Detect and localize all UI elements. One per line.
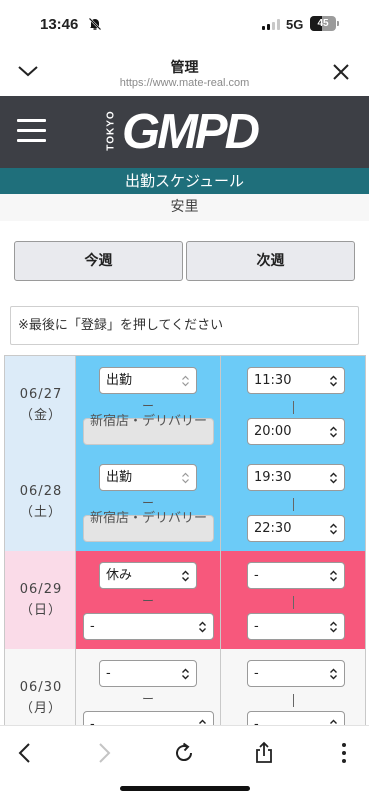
select-arrows-icon: [330, 668, 337, 680]
end-time-select[interactable]: 20:00: [247, 418, 345, 445]
date-label: 06/30: [19, 680, 63, 695]
hamburger-icon[interactable]: [17, 119, 46, 143]
forward-arrow-icon[interactable]: [92, 741, 116, 765]
select-arrows-icon: [182, 668, 189, 680]
status-cell: 出勤 ー 新宿店・デリバリー: [76, 356, 221, 454]
status-cell: - ー -: [76, 649, 221, 725]
date-label: 06/27: [19, 387, 63, 402]
end-time-select[interactable]: -: [247, 711, 345, 725]
store-select[interactable]: -: [83, 711, 214, 725]
share-icon[interactable]: [252, 741, 276, 765]
schedule-row: 06/29 （日） 休み ー - - -: [4, 551, 366, 649]
schedule-row: 06/30 （月） - ー - - -: [4, 649, 366, 725]
signal-icon: [262, 19, 280, 30]
reload-icon[interactable]: [172, 741, 196, 765]
time-separator: [293, 694, 294, 707]
status-cell: 出勤 ー 新宿店・デリバリー: [76, 453, 221, 551]
status-separator: ー: [141, 594, 154, 608]
weekday-label: （月）: [19, 701, 62, 716]
notice-message: ※最後に「登録」を押してください: [10, 306, 359, 345]
home-indicator: [120, 786, 250, 791]
start-time-select[interactable]: 11:30: [247, 367, 345, 394]
date-label: 06/28: [19, 484, 63, 499]
status-select[interactable]: 出勤: [99, 464, 197, 491]
start-time-select[interactable]: -: [247, 660, 345, 687]
time-cell: - -: [221, 551, 366, 649]
select-arrows-icon: [330, 621, 337, 633]
more-icon[interactable]: [332, 741, 356, 765]
time-separator: [293, 498, 294, 511]
network-type: 5G: [286, 17, 304, 32]
this-week-button[interactable]: 今週: [14, 241, 183, 281]
weekday-label: （金）: [19, 408, 62, 423]
select-arrows-icon: [330, 523, 337, 535]
select-arrows-icon: [330, 472, 337, 484]
select-arrows-icon: [182, 472, 189, 484]
staff-name: 安里: [0, 194, 369, 221]
end-time-select[interactable]: -: [247, 613, 345, 640]
status-separator: ー: [141, 399, 154, 413]
site-header: TOKYO GMPD: [0, 96, 369, 168]
bell-slash-icon: [88, 17, 102, 31]
start-time-select[interactable]: -: [247, 562, 345, 589]
time-cell: 11:30 20:00: [221, 356, 366, 454]
weekday-label: （土）: [19, 505, 62, 520]
schedule-row: 06/28 （土） 出勤 ー 新宿店・デリバリー 19:30 22:30: [4, 453, 366, 551]
status-select[interactable]: -: [99, 660, 197, 687]
battery-level: 45: [317, 18, 329, 29]
select-arrows-icon: [330, 570, 337, 582]
store-select[interactable]: 新宿店・デリバリー: [83, 414, 214, 445]
time-cell: 19:30 22:30: [221, 453, 366, 551]
schedule-table: 06/27 （金） 出勤 ー 新宿店・デリバリー 11:30 20:00 06/2…: [4, 355, 366, 725]
status-separator: ー: [141, 692, 154, 706]
back-arrow-icon[interactable]: [13, 741, 37, 765]
status-select[interactable]: 休み: [99, 562, 197, 589]
time-cell: - -: [221, 649, 366, 725]
select-arrows-icon: [330, 375, 337, 387]
logo-text: GMPD: [122, 105, 260, 159]
status-bar: 13:46 5G 45: [0, 0, 369, 50]
select-arrows-icon: [182, 375, 189, 387]
browser-page-title: 管理: [170, 60, 199, 76]
browser-url[interactable]: https://www.mate-real.com: [0, 77, 369, 89]
site-logo[interactable]: TOKYO GMPD: [104, 104, 264, 160]
section-title: 出勤スケジュール: [0, 168, 369, 194]
status-select[interactable]: 出勤: [99, 367, 197, 394]
date-cell: 06/27 （金）: [4, 356, 76, 454]
logo-small-text: TOKYO: [105, 110, 117, 151]
store-select[interactable]: -: [83, 613, 214, 640]
time-separator: [293, 401, 294, 414]
battery-icon: 45: [310, 16, 336, 31]
status-cell: 休み ー -: [76, 551, 221, 649]
date-cell: 06/28 （土）: [4, 453, 76, 551]
select-arrows-icon: [199, 621, 206, 633]
store-select[interactable]: 新宿店・デリバリー: [83, 511, 214, 542]
date-label: 06/29: [19, 582, 63, 597]
end-time-select[interactable]: 22:30: [247, 515, 345, 542]
weekday-label: （日）: [19, 603, 62, 618]
status-time: 13:46: [40, 16, 79, 33]
date-cell: 06/30 （月）: [4, 649, 76, 725]
time-separator: [293, 596, 294, 609]
next-week-button[interactable]: 次週: [186, 241, 355, 281]
start-time-select[interactable]: 19:30: [247, 464, 345, 491]
schedule-row: 06/27 （金） 出勤 ー 新宿店・デリバリー 11:30 20:00: [4, 355, 366, 454]
browser-header: 管理 https://www.mate-real.com: [0, 50, 369, 96]
select-arrows-icon: [182, 570, 189, 582]
close-icon[interactable]: [332, 63, 350, 81]
select-arrows-icon: [330, 426, 337, 438]
date-cell: 06/29 （日）: [4, 551, 76, 649]
status-separator: ー: [141, 496, 154, 510]
